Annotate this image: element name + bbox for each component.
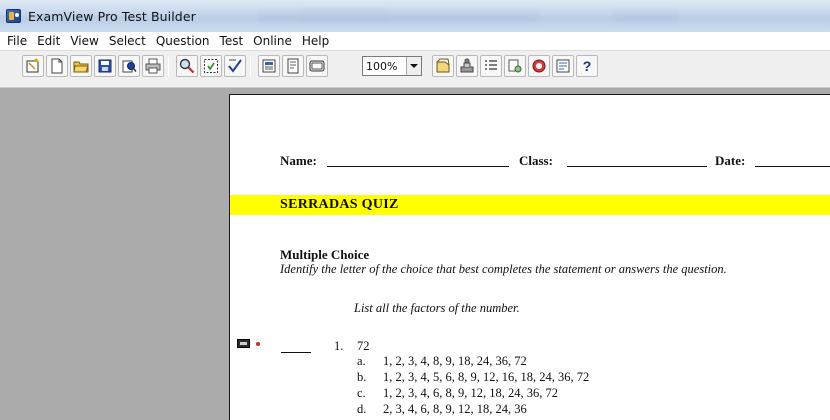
name-class-date-row: Name: Class: Date: (280, 153, 830, 173)
name-blank-line (327, 166, 509, 167)
window-title: ExamView Pro Test Builder (28, 9, 196, 24)
answer-blank (281, 352, 311, 353)
option-b[interactable]: b. 1, 2, 3, 4, 5, 6, 8, 9, 12, 16, 18, 24… (357, 370, 589, 385)
question-stem[interactable]: List all the factors of the number. (354, 301, 520, 316)
help-icon: ? (582, 58, 592, 74)
toolbar-separator (250, 57, 251, 77)
workspace: Name: Class: Date: SERRADAS QUIZ Multipl… (0, 88, 830, 420)
find-icon (179, 58, 195, 74)
class-blank-line (567, 166, 707, 167)
bank-icon (556, 59, 570, 73)
badge-icon (532, 59, 546, 73)
open-icon (73, 61, 89, 73)
list-icon (485, 60, 497, 70)
menu-help[interactable]: Help (298, 34, 335, 48)
menu-edit[interactable]: Edit (33, 34, 66, 48)
wizard-icon (26, 58, 39, 73)
save-button[interactable] (94, 55, 116, 77)
menu-file[interactable]: File (3, 34, 33, 48)
option-letter: d. (357, 402, 367, 416)
print-icon (145, 58, 161, 74)
option-text: 1, 2, 3, 4, 5, 6, 8, 9, 12, 16, 18, 24, … (383, 370, 590, 384)
option-c[interactable]: c. 1, 2, 3, 4, 6, 8, 9, 12, 18, 24, 36, 7… (357, 386, 558, 401)
save-icon (98, 59, 112, 73)
print-preview-button[interactable] (118, 55, 140, 77)
print-button[interactable] (142, 55, 164, 77)
header-icon (262, 59, 276, 73)
stamp-icon (460, 58, 474, 73)
test-page[interactable]: Name: Class: Date: SERRADAS QUIZ Multipl… (229, 94, 830, 420)
badge-button[interactable] (528, 55, 550, 77)
select-icon (204, 59, 218, 73)
list-button[interactable] (480, 55, 502, 77)
find-button[interactable] (176, 55, 198, 77)
menu-select[interactable]: Select (105, 34, 152, 48)
question-number: 1. (334, 339, 344, 353)
menu-view[interactable]: View (66, 34, 104, 48)
question-marker-icon[interactable] (237, 339, 250, 348)
option-letter: c. (357, 386, 366, 400)
examview-app-icon[interactable] (6, 9, 21, 23)
option-letter: a. (357, 354, 366, 368)
option-text: 1, 2, 3, 4, 8, 9, 18, 24, 36, 72 (383, 354, 527, 368)
page-setup-button[interactable] (282, 55, 304, 77)
question-icon (436, 58, 450, 73)
print-preview-icon (122, 60, 137, 73)
menu-online[interactable]: Online (249, 34, 298, 48)
check-button[interactable] (224, 55, 246, 77)
toolbar-separator (168, 57, 169, 77)
toolbar: 100% ? (0, 50, 830, 88)
question-dot-icon (256, 342, 260, 346)
blurred-title-region (300, 10, 540, 21)
option-text: 2, 3, 4, 6, 8, 9, 12, 18, 24, 36 (383, 402, 527, 416)
option-letter: b. (357, 370, 367, 384)
menu-question[interactable]: Question (152, 34, 216, 48)
name-label: Name: (280, 153, 317, 168)
blurred-title-region (612, 10, 678, 21)
title-bar[interactable]: ExamView Pro Test Builder (0, 0, 830, 32)
select-button[interactable] (200, 55, 222, 77)
quiz-title-band: SERRADAS QUIZ (230, 195, 830, 215)
question-button[interactable] (432, 55, 454, 77)
layout-icon (309, 60, 325, 72)
layout-button[interactable] (306, 55, 328, 77)
zoom-select[interactable]: 100% (362, 56, 422, 76)
zoom-value: 100% (366, 59, 398, 73)
open-button[interactable] (70, 55, 92, 77)
check-icon (228, 59, 242, 73)
new-button[interactable] (46, 55, 68, 77)
option-d[interactable]: d. 2, 3, 4, 6, 8, 9, 12, 18, 24, 36 (357, 402, 527, 417)
page-setup-icon (287, 58, 299, 74)
quiz-title[interactable]: SERRADAS QUIZ (280, 197, 399, 213)
menu-bar: File Edit View Select Question Test Onli… (0, 32, 830, 50)
question-text[interactable]: 72 (357, 339, 370, 354)
new-icon (51, 58, 63, 74)
section-instructions[interactable]: Identify the letter of the choice that b… (280, 262, 727, 277)
chevron-down-icon[interactable] (406, 57, 421, 75)
date-blank-line (755, 166, 830, 167)
wizard-button[interactable] (22, 55, 44, 77)
stamp-button[interactable] (456, 55, 478, 77)
option-text: 1, 2, 3, 4, 6, 8, 9, 12, 18, 24, 36, 72 (383, 386, 558, 400)
bank-button[interactable] (552, 55, 574, 77)
header-button[interactable] (258, 55, 280, 77)
section-title[interactable]: Multiple Choice (280, 247, 369, 263)
menu-test[interactable]: Test (216, 34, 250, 48)
help-button[interactable]: ? (576, 55, 598, 77)
link-icon (508, 59, 522, 73)
class-label: Class: (519, 153, 553, 168)
link-button[interactable] (504, 55, 526, 77)
option-a[interactable]: a. 1, 2, 3, 4, 8, 9, 18, 24, 36, 72 (357, 354, 527, 369)
date-label: Date: (715, 153, 746, 168)
